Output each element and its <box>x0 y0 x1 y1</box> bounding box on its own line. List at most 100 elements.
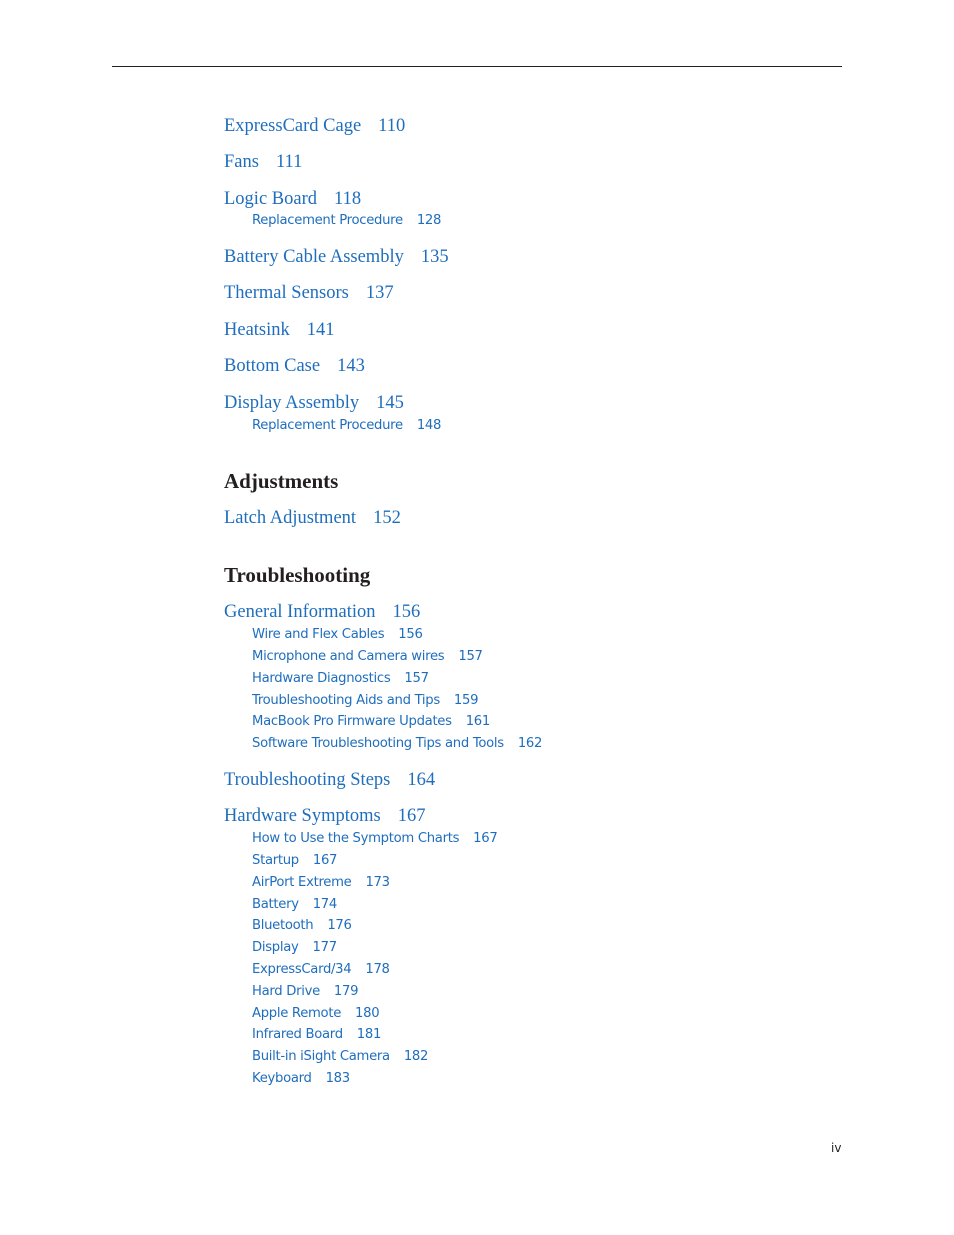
page-number: iv <box>831 1141 842 1155</box>
toc-entry-title: Bottom Case <box>224 356 321 376</box>
toc-subentry-title: Hardware Diagnostics <box>252 671 391 686</box>
toc-subentry[interactable]: Wire and Flex Cables 156 <box>252 627 423 642</box>
toc-entry[interactable]: Bottom Case 143 <box>224 356 365 377</box>
toc-subentry-title: Hard Drive <box>252 984 320 999</box>
toc-entry-title: Latch Adjustment <box>224 508 357 528</box>
toc-subentry[interactable]: Hard Drive 179 <box>252 984 359 999</box>
toc-subentry-title: Display <box>252 940 299 955</box>
toc-subentry-page: 176 <box>327 918 352 933</box>
toc-subentry-title: ExpressCard/34 <box>252 962 352 977</box>
toc-entry[interactable]: Thermal Sensors 137 <box>224 283 394 304</box>
section-heading: Adjustments <box>224 469 339 493</box>
toc-subentry-page: 181 <box>356 1027 382 1042</box>
toc-subentry[interactable]: Display 177 <box>252 940 337 955</box>
toc-entry-title: ExpressCard Cage <box>224 116 362 136</box>
toc-subentry[interactable]: Keyboard 183 <box>252 1071 350 1086</box>
toc-subentry-title: Microphone and Camera wires <box>252 649 445 664</box>
toc-entry-page: 152 <box>373 508 401 528</box>
toc-entry-title: Fans <box>224 152 259 172</box>
toc-subentry[interactable]: Battery 174 <box>252 897 337 912</box>
toc-subentry[interactable]: Replacement Procedure 128 <box>252 213 441 228</box>
toc-subentry[interactable]: How to Use the Symptom Charts 167 <box>252 831 498 846</box>
toc-subentry-page: 156 <box>398 627 423 642</box>
toc-subentry-page: 174 <box>312 897 338 912</box>
toc-entry-title: Thermal Sensors <box>224 283 349 303</box>
toc-subentry-title: Wire and Flex Cables <box>252 627 385 642</box>
toc-subentry-page: 159 <box>453 693 479 708</box>
toc-subentry-page: 167 <box>312 853 338 868</box>
toc-subentry-title: Keyboard <box>252 1071 312 1086</box>
toc-subentry-page: 182 <box>403 1049 429 1064</box>
toc-subentry[interactable]: Replacement Procedure 148 <box>252 418 441 433</box>
toc-entry[interactable]: Logic Board 118 <box>224 189 361 210</box>
header-rule <box>112 66 842 67</box>
toc-entry-page: 110 <box>378 116 406 136</box>
toc-subentry-title: Software Troubleshooting Tips and Tools <box>252 736 504 751</box>
toc-entry-page: 145 <box>376 393 404 413</box>
toc-entry-title: Logic Board <box>224 189 317 209</box>
toc-subentry[interactable]: MacBook Pro Firmware Updates 161 <box>252 714 490 729</box>
toc-subentry[interactable]: Apple Remote 180 <box>252 1006 380 1021</box>
toc-entry-page: 141 <box>306 320 335 340</box>
toc-subentry[interactable]: Infrared Board 181 <box>252 1027 381 1042</box>
toc-entry[interactable]: Fans 111 <box>224 152 302 173</box>
toc-entry[interactable]: ExpressCard Cage 110 <box>224 116 405 137</box>
toc-entry-title: General Information <box>224 602 376 622</box>
toc-subentry-page: 177 <box>312 940 338 955</box>
toc-subentry-page: 157 <box>458 649 483 664</box>
toc-subentry-page: 183 <box>325 1071 351 1086</box>
toc-subentry-title: Infrared Board <box>252 1027 343 1042</box>
toc-entry-page: 143 <box>337 356 365 376</box>
toc-entry-page: 118 <box>334 189 362 209</box>
toc-entry-title: Battery Cable Assembly <box>224 247 404 267</box>
toc-subentry-title: AirPort Extreme <box>252 875 352 890</box>
toc-subentry-title: How to Use the Symptom Charts <box>252 831 460 846</box>
toc-entry-title: Troubleshooting Steps <box>224 770 391 790</box>
toc-entry[interactable]: Latch Adjustment 152 <box>224 508 401 529</box>
toc-subentry[interactable]: Bluetooth 176 <box>252 918 352 933</box>
toc-subentry-page: 180 <box>355 1006 380 1021</box>
toc-subentry[interactable]: Troubleshooting Aids and Tips 159 <box>252 693 479 708</box>
toc-subentry[interactable]: Built-in iSight Camera 182 <box>252 1049 428 1064</box>
toc-subentry-page: 178 <box>365 962 390 977</box>
toc-subentry-page: 162 <box>517 736 543 751</box>
toc-subentry[interactable]: ExpressCard/34 178 <box>252 962 390 977</box>
toc-subentry-title: Startup <box>252 853 299 868</box>
toc-entry-page: 164 <box>407 770 436 790</box>
toc-subentry-page: 161 <box>465 714 491 729</box>
toc-entry-page: 167 <box>397 806 426 826</box>
section-heading: Troubleshooting <box>224 563 371 587</box>
toc-subentry[interactable]: Startup 167 <box>252 853 337 868</box>
toc-entry-title: Heatsink <box>224 320 290 340</box>
toc-entry-title: Hardware Symptoms <box>224 806 381 826</box>
toc-subentry-page: 167 <box>473 831 498 846</box>
toc-subentry-page: 128 <box>416 213 442 228</box>
toc-subentry-title: Apple Remote <box>252 1006 342 1021</box>
toc-subentry-page: 148 <box>416 418 442 433</box>
toc-subentry-title: Replacement Procedure <box>252 213 403 228</box>
toc-entry-page: 135 <box>420 247 449 267</box>
toc-entry-page: 137 <box>365 283 394 303</box>
toc-subentry-title: Bluetooth <box>252 918 314 933</box>
toc-entry-page: 111 <box>275 152 303 172</box>
toc-subentry-title: Troubleshooting Aids and Tips <box>252 693 440 708</box>
toc-subentry[interactable]: Software Troubleshooting Tips and Tools 1… <box>252 736 542 751</box>
toc-entry[interactable]: General Information 156 <box>224 602 420 623</box>
toc-subentry-page: 179 <box>333 984 359 999</box>
toc-subentry-title: Built-in iSight Camera <box>252 1049 390 1064</box>
toc-subentry[interactable]: Hardware Diagnostics 157 <box>252 671 429 686</box>
toc-subentry-title: Replacement Procedure <box>252 418 403 433</box>
toc-subentry[interactable]: AirPort Extreme 173 <box>252 875 390 890</box>
toc-subentry-page: 157 <box>404 671 429 686</box>
toc-entry[interactable]: Display Assembly 145 <box>224 393 404 414</box>
toc-entry[interactable]: Hardware Symptoms 167 <box>224 806 425 827</box>
toc-subentry-page: 173 <box>365 875 390 890</box>
toc-entry[interactable]: Heatsink 141 <box>224 320 335 341</box>
toc-subentry[interactable]: Microphone and Camera wires 157 <box>252 649 483 664</box>
toc-entry[interactable]: Battery Cable Assembly 135 <box>224 247 449 268</box>
toc-entry-title: Display Assembly <box>224 393 360 413</box>
toc-entry-page: 156 <box>392 602 421 622</box>
toc-entry[interactable]: Troubleshooting Steps 164 <box>224 770 435 791</box>
toc-subentry-title: Battery <box>252 897 299 912</box>
toc-subentry-title: MacBook Pro Firmware Updates <box>252 714 452 729</box>
